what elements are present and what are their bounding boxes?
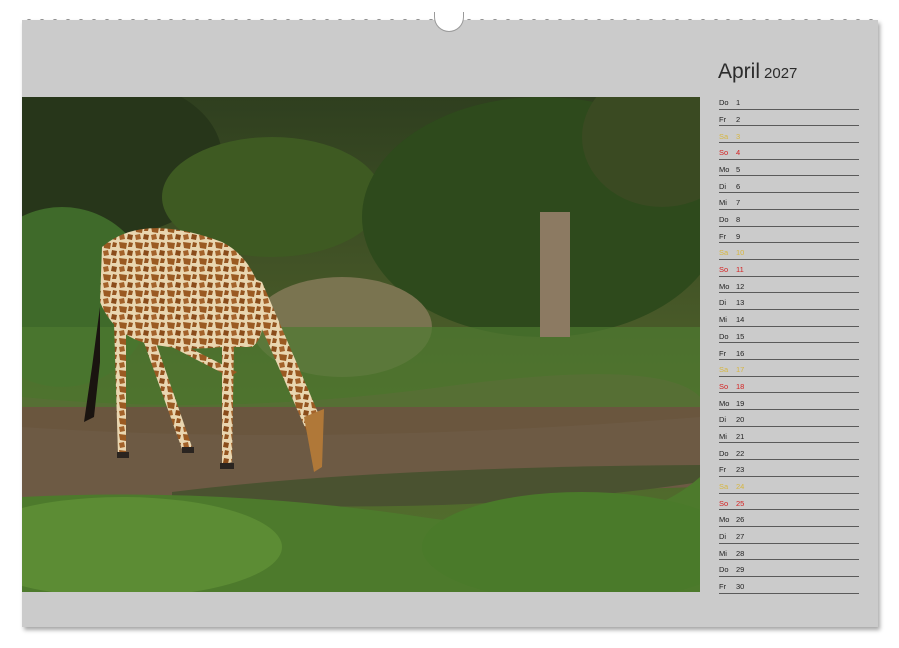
day-row: Do 1 [719,93,859,110]
day-row: Di 6 [719,176,859,194]
day-row: Fr 9 [719,227,859,244]
weekday-label: Do [719,331,729,341]
day-row: Mo 19 [719,393,859,411]
weekday-label: Mi [719,548,727,558]
day-number: 11 [736,265,744,275]
day-number: 23 [736,465,745,475]
day-number: 28 [736,548,745,558]
day-number: 18 [736,381,745,391]
day-number: 10 [736,248,745,258]
day-row: Fr 2 [719,110,859,127]
weekday-label: So [719,498,729,508]
day-row: So 25 [719,494,859,511]
day-number: 30 [736,582,745,592]
day-row: Sa 10 [719,243,859,260]
giraffe-photo [22,97,700,592]
day-row: Di 13 [719,293,859,310]
day-row: Do 29 [719,560,859,577]
weekday-label: Di [719,298,727,308]
weekday-label: Mi [719,431,727,441]
day-row: Sa 3 [719,126,859,144]
day-number: 4 [736,148,741,158]
day-row: Fr 23 [719,460,859,477]
day-number: 9 [736,231,741,241]
day-row: Mi 14 [719,310,859,327]
weekday-label: Do [719,448,729,458]
day-row: So 18 [719,377,859,394]
day-number: 25 [736,498,745,508]
day-row: Do 15 [719,327,859,344]
weekday-label: Fr [719,465,727,475]
month-title: April 2027 [718,60,797,84]
day-number: 3 [736,131,741,141]
weekday-label: Do [719,98,729,108]
day-number: 20 [736,415,745,425]
day-row: So 4 [719,143,859,160]
month-name: April [718,60,761,83]
weekday-label: So [719,148,729,158]
weekday-label: Di [719,415,727,425]
day-number: 7 [736,198,741,208]
weekday-label: Di [719,181,727,191]
day-row: Mo 26 [719,510,859,527]
day-number: 27 [736,532,745,542]
day-number: 22 [736,448,745,458]
day-number: 8 [736,215,741,224]
weekday-label: Mo [719,281,730,291]
day-number: 26 [736,515,745,525]
day-row: Mi 28 [719,544,859,561]
day-row: Fr 30 [719,577,859,594]
year-label: 2027 [764,65,798,82]
weekday-label: Mi [719,198,727,208]
day-row: Di 27 [719,527,859,544]
day-row: Do 8 [719,210,859,227]
weekday-label: Mo [719,515,730,525]
day-row: So 11 [719,260,859,277]
day-list: Do 1 Fr 2 Sa 3 So 4 Mo 5 Di 6 Mi 7 Do 8 Fr 9 Sa 10 So 11 Mo 12 D… [719,93,859,594]
day-number: 24 [736,482,745,491]
day-number: 21 [736,431,745,441]
day-row: Sa 24 [719,477,859,494]
day-row: Do 22 [719,443,859,461]
weekday-label: Sa [719,131,729,141]
day-number: 29 [736,565,745,575]
weekday-label: Mo [719,164,730,174]
weekday-label: Fr [719,348,727,358]
day-number: 13 [736,298,745,308]
day-row: Di 20 [719,410,859,427]
day-number: 15 [736,331,745,341]
weekday-label: Sa [719,248,729,258]
day-number: 16 [736,348,745,358]
weekday-label: Mi [719,315,727,325]
weekday-label: So [719,265,729,275]
weekday-label: Fr [719,582,727,592]
day-number: 19 [736,398,745,408]
day-row: Mo 5 [719,160,859,177]
weekday-label: Do [719,215,729,224]
day-row: Mi 21 [719,427,859,444]
weekday-label: Mo [719,398,730,408]
day-number: 12 [736,281,745,291]
weekday-label: Fr [719,231,727,241]
day-row: Mo 12 [719,277,859,294]
day-row: Sa 17 [719,360,859,377]
day-number: 5 [736,164,741,174]
day-number: 2 [736,114,741,124]
day-number: 14 [736,315,745,325]
weekday-label: Sa [719,365,729,375]
weekday-label: Sa [719,482,729,491]
weekday-label: Di [719,532,727,542]
day-row: Fr 16 [719,343,859,360]
day-number: 17 [736,365,745,375]
day-row: Mi 7 [719,193,859,210]
weekday-label: Fr [719,114,727,124]
weekday-label: Do [719,565,729,575]
weekday-label: So [719,381,729,391]
day-number: 1 [736,98,741,108]
day-number: 6 [736,181,741,191]
